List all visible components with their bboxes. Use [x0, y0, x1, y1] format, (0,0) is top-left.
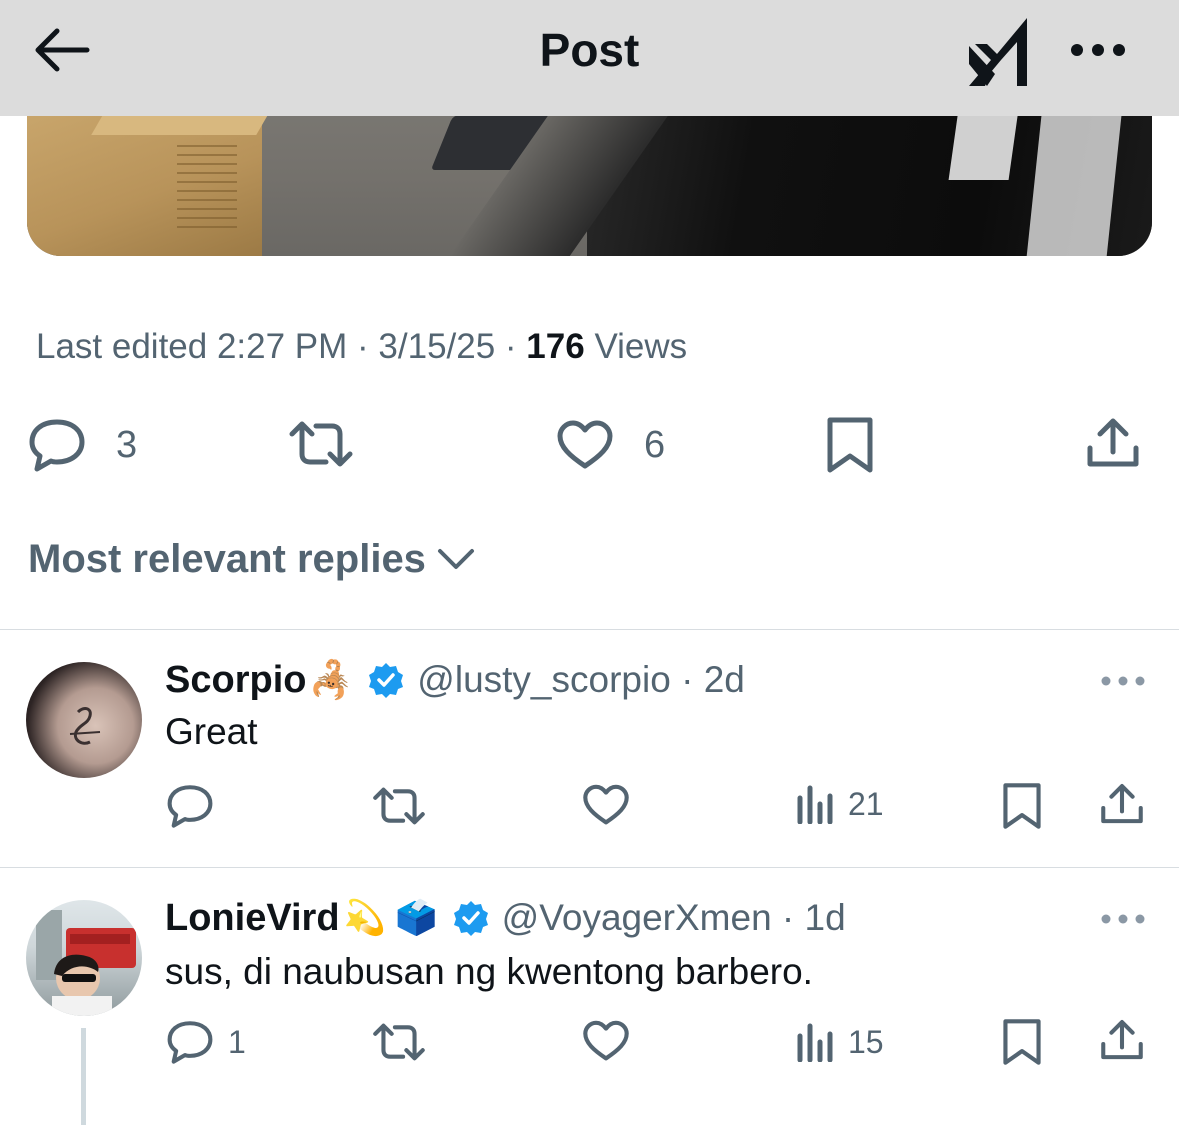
avatar[interactable]	[26, 662, 142, 778]
like-count: 6	[644, 424, 666, 466]
scorpion-tattoo-icon	[69, 707, 101, 745]
reply-dot-separator: ·	[771, 897, 805, 938]
repost-icon	[289, 421, 353, 467]
reply-bookmark-button[interactable]	[1002, 1018, 1042, 1066]
reply-views-count: 15	[848, 1024, 884, 1060]
reply-text: Great	[165, 711, 258, 752]
reply-author-name[interactable]: Scorpio	[165, 658, 306, 702]
heart-icon	[557, 420, 613, 469]
share-icon	[1101, 1020, 1143, 1060]
more-options-button[interactable]	[1062, 28, 1134, 72]
reply-header: Scorpio 🦂 @lusty_scorpio · 2d	[165, 658, 745, 702]
reply-header: LonieVird 💫 🗳️ @VoyagerXmen · 1d	[165, 896, 846, 940]
reply-bookmark-button[interactable]	[1002, 782, 1042, 830]
analytics-bars-icon	[797, 785, 833, 824]
reply-more-button[interactable]	[1098, 666, 1148, 696]
replies-sort-dropdown[interactable]: Most relevant replies	[28, 534, 476, 584]
bookmark-icon	[1003, 1019, 1041, 1065]
more-horizontal-icon	[1071, 44, 1125, 56]
image-box-top	[91, 115, 268, 135]
reply-timestamp[interactable]: 2d	[704, 658, 745, 702]
grok-button[interactable]	[960, 12, 1036, 92]
verified-badge-icon	[453, 901, 488, 936]
reply-share-button[interactable]	[1100, 782, 1144, 826]
reply-dot-separator: ·	[670, 659, 704, 700]
reply-share-button[interactable]	[1100, 1018, 1144, 1062]
reply-author-handle[interactable]: @lusty_scorpio	[417, 658, 671, 702]
repost-button[interactable]	[288, 420, 354, 468]
reply-count: 3	[116, 424, 138, 466]
bookmark-icon	[1003, 783, 1041, 829]
repost-icon	[373, 1023, 425, 1061]
reply-author-name[interactable]: LonieVird	[165, 896, 340, 940]
image-box-label	[177, 145, 237, 235]
reply-repost-button[interactable]	[372, 1022, 426, 1062]
reply-repost-button[interactable]	[372, 786, 426, 826]
bookmark-icon	[827, 417, 873, 473]
avatar-photo	[36, 910, 136, 1016]
reply-more-button[interactable]	[1098, 904, 1148, 934]
reply-reply-count: 1	[228, 1024, 246, 1060]
analytics-bars-icon	[797, 1023, 833, 1062]
reply-divider	[0, 867, 1179, 868]
grok-logo-icon	[969, 18, 1027, 86]
share-button[interactable]	[1086, 416, 1140, 470]
reply-like-button[interactable]	[582, 784, 630, 826]
scorpion-emoji: 🦂	[308, 659, 354, 700]
chevron-down-icon	[437, 549, 474, 569]
reply-views-count: 21	[848, 786, 884, 822]
reply-like-button[interactable]	[582, 1020, 630, 1062]
share-icon	[1087, 418, 1139, 467]
verified-badge-icon	[369, 663, 404, 698]
repost-icon	[373, 787, 425, 825]
post-meta: Last edited 2:27 PM · 3/15/25 · 176 View…	[36, 325, 687, 369]
reply-button[interactable]: 3	[28, 418, 137, 472]
reply-timestamp[interactable]: 1d	[805, 896, 846, 940]
edited-timestamp[interactable]: Last edited 2:27 PM · 3/15/25	[36, 327, 495, 366]
heart-icon	[583, 1020, 629, 1061]
like-button[interactable]: 6	[556, 420, 665, 470]
share-icon	[1101, 784, 1143, 824]
thread-connector-line	[81, 1028, 86, 1125]
section-divider	[0, 629, 1179, 630]
more-horizontal-icon	[1101, 914, 1145, 924]
reply-views-button[interactable]: 15	[796, 1022, 884, 1062]
meta-separator: ·	[495, 327, 527, 366]
reply-views-button[interactable]: 21	[796, 784, 884, 824]
heart-icon	[583, 784, 629, 825]
views-count: 176	[526, 327, 585, 366]
reply-reply-button[interactable]: 1	[166, 1020, 246, 1064]
name-emojis: 💫 🗳️	[343, 899, 438, 937]
reply-author-handle[interactable]: @VoyagerXmen	[502, 896, 772, 940]
views-label: Views	[594, 327, 688, 366]
reply-icon	[167, 785, 213, 828]
reply-reply-button[interactable]	[166, 784, 214, 828]
bookmark-button[interactable]	[826, 416, 874, 474]
reply-icon	[29, 419, 85, 472]
reply-icon	[167, 1021, 213, 1064]
more-horizontal-icon	[1101, 676, 1145, 686]
reply-text: sus, di naubusan ng kwentong barbero.	[165, 951, 813, 992]
replies-sort-label: Most relevant replies	[28, 537, 426, 581]
avatar[interactable]	[26, 900, 142, 1016]
top-navigation-bar: Post	[0, 0, 1179, 116]
